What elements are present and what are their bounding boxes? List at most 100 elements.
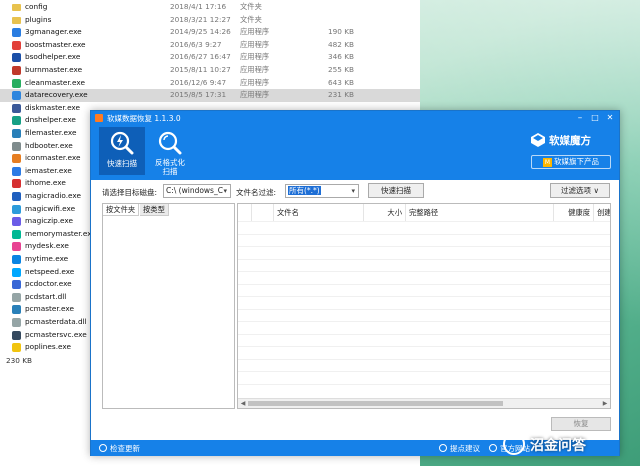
minimize-button[interactable]: – [573, 112, 587, 124]
app-icon [12, 242, 21, 252]
brand-product-badge[interactable]: M 软媒旗下产品 [531, 155, 611, 169]
file-row[interactable]: bsodhelper.exe 2016/6/27 16:47 应用程序 346 KB [0, 51, 420, 64]
app-icon [12, 267, 21, 277]
file-date: 2014/9/25 14:26 [170, 27, 231, 37]
folder-icon [12, 4, 21, 11]
folder-icon [12, 16, 21, 24]
app-icon [12, 28, 21, 38]
column-created[interactable]: 创建 [594, 204, 610, 221]
scrollbar-thumb[interactable] [248, 401, 503, 406]
column-icon[interactable] [252, 204, 274, 221]
file-row[interactable]: config 2018/4/1 17:16 文件夹 [0, 1, 420, 14]
quick-scan-tool-button[interactable]: 快速扫描 [99, 127, 145, 175]
cube-logo-icon [531, 133, 545, 147]
quick-scan-button[interactable]: 快速扫描 [368, 183, 424, 198]
file-name: pcmaster.exe [25, 304, 74, 314]
app-icon [12, 154, 21, 164]
file-name: hdbooter.exe [25, 140, 73, 150]
tab-by-folder[interactable]: 按文件夹 [103, 204, 140, 216]
disk-select[interactable]: C:\ (windows_C ▾ [163, 184, 231, 198]
grid-line [238, 321, 610, 322]
grid-line [238, 333, 610, 335]
file-row[interactable]: 3gmanager.exe 2014/9/25 14:26 应用程序 190 KB [0, 26, 420, 39]
file-list-panel[interactable]: 文件名 大小 完整路径 健康度 创建 ◀ ▶ [237, 203, 611, 409]
file-size: 231 KB [327, 90, 354, 100]
column-full-path[interactable]: 完整路径 [406, 204, 554, 221]
app-icon [12, 305, 21, 315]
unformat-label-line1: 反格式化 [155, 158, 185, 167]
file-row[interactable]: datarecovery.exe 2015/8/5 17:31 应用程序 231 KB [0, 89, 420, 102]
file-name: poplines.exe [25, 342, 71, 352]
file-type: 应用程序 [240, 39, 270, 49]
scroll-right-icon[interactable]: ▶ [600, 399, 610, 408]
file-name: datarecovery.exe [25, 90, 88, 100]
file-row[interactable]: plugins 2018/3/21 12:27 文件夹 [0, 14, 420, 27]
maximize-button[interactable]: □ [588, 112, 602, 124]
column-checkbox[interactable] [238, 204, 252, 221]
name-filter-select[interactable]: 所有(*.*) ▾ [285, 184, 359, 198]
grid-line [238, 371, 610, 372]
explorer-status-text: 230 KB [6, 356, 33, 365]
unformat-scan-tool-button[interactable]: 反格式化 扫描 [147, 127, 193, 176]
grid-line [238, 258, 610, 260]
brand-logo[interactable]: 软媒魔方 [531, 131, 611, 151]
brand-name: 软媒魔方 [549, 135, 591, 147]
file-name: plugins [25, 14, 52, 24]
grid-line [238, 346, 610, 347]
file-row[interactable]: burnmaster.exe 2015/8/11 10:27 应用程序 255 KB [0, 64, 420, 77]
file-date: 2016/12/6 9:47 [170, 77, 227, 87]
file-name: netspeed.exe [25, 266, 75, 276]
check-update-link[interactable]: 检查更新 [99, 443, 140, 454]
file-type: 文件夹 [240, 2, 262, 11]
app-icon [95, 114, 103, 122]
watermark-text: 沼金问答 [530, 438, 586, 454]
app-icon [12, 330, 21, 340]
disk-select-value: C:\ (windows_C [166, 186, 223, 195]
suggest-link[interactable]: 提点建议 [439, 443, 480, 454]
filter-options-button[interactable]: 过滤选项 ∨ [550, 183, 610, 198]
magnifier-bolt-icon [110, 131, 134, 155]
file-name: pcmasterdata.dll [25, 317, 87, 326]
file-type: 应用程序 [240, 65, 270, 74]
app-icon [12, 343, 21, 353]
file-name: 3gmanager.exe [25, 27, 82, 37]
app-icon [12, 280, 21, 290]
file-name: pcdoctor.exe [25, 279, 72, 289]
dll-icon [12, 292, 21, 302]
scroll-left-icon[interactable]: ◀ [238, 399, 248, 408]
file-type: 文件夹 [240, 14, 262, 24]
watermark-logo-icon [503, 433, 525, 455]
app-icon [12, 53, 21, 63]
filter-options-label: 过滤选项 [561, 186, 592, 195]
brand-sub-label: 软媒旗下产品 [554, 157, 599, 166]
file-name: mytime.exe [25, 254, 69, 263]
file-name: filemaster.exe [25, 128, 77, 137]
watermark: 沼金问答 [503, 431, 637, 459]
name-filter-label: 文件名过滤: [236, 188, 277, 197]
tab-by-type[interactable]: 按类型 [140, 204, 169, 216]
file-name: iconmaster.exe [25, 153, 81, 163]
grid-line [238, 296, 610, 297]
restore-button[interactable]: 恢复 [551, 417, 611, 431]
column-filename[interactable]: 文件名 [274, 204, 364, 221]
file-row[interactable]: boostmaster.exe 2016/6/3 9:27 应用程序 482 KB [0, 39, 420, 52]
file-size: 255 KB [327, 65, 354, 74]
horizontal-scrollbar[interactable]: ◀ ▶ [238, 398, 610, 408]
app-icon [12, 40, 21, 50]
file-name: cleanmaster.exe [25, 77, 85, 87]
file-name: config [25, 2, 48, 11]
chevron-down-icon: ▾ [351, 187, 355, 195]
app-icon [12, 204, 21, 214]
folder-tree-panel[interactable]: 按文件夹 按类型 [102, 203, 235, 409]
column-health[interactable]: 健康度 [554, 204, 594, 221]
file-date: 2018/4/1 17:16 [170, 2, 227, 11]
close-button[interactable]: ✕ [603, 112, 617, 124]
column-size[interactable]: 大小 [364, 204, 406, 221]
toolbar: 快速扫描 反格式化 扫描 软媒魔方 M 软媒旗下产品 [91, 125, 619, 180]
app-icon [12, 229, 21, 239]
grid-line [238, 221, 610, 222]
suggest-label: 提点建议 [450, 444, 480, 453]
title-bar[interactable]: 软媒数据恢复 1.1.3.0 – □ ✕ [91, 111, 619, 125]
app-icon [12, 116, 21, 126]
file-row[interactable]: cleanmaster.exe 2016/12/6 9:47 应用程序 643 KB [0, 77, 420, 90]
